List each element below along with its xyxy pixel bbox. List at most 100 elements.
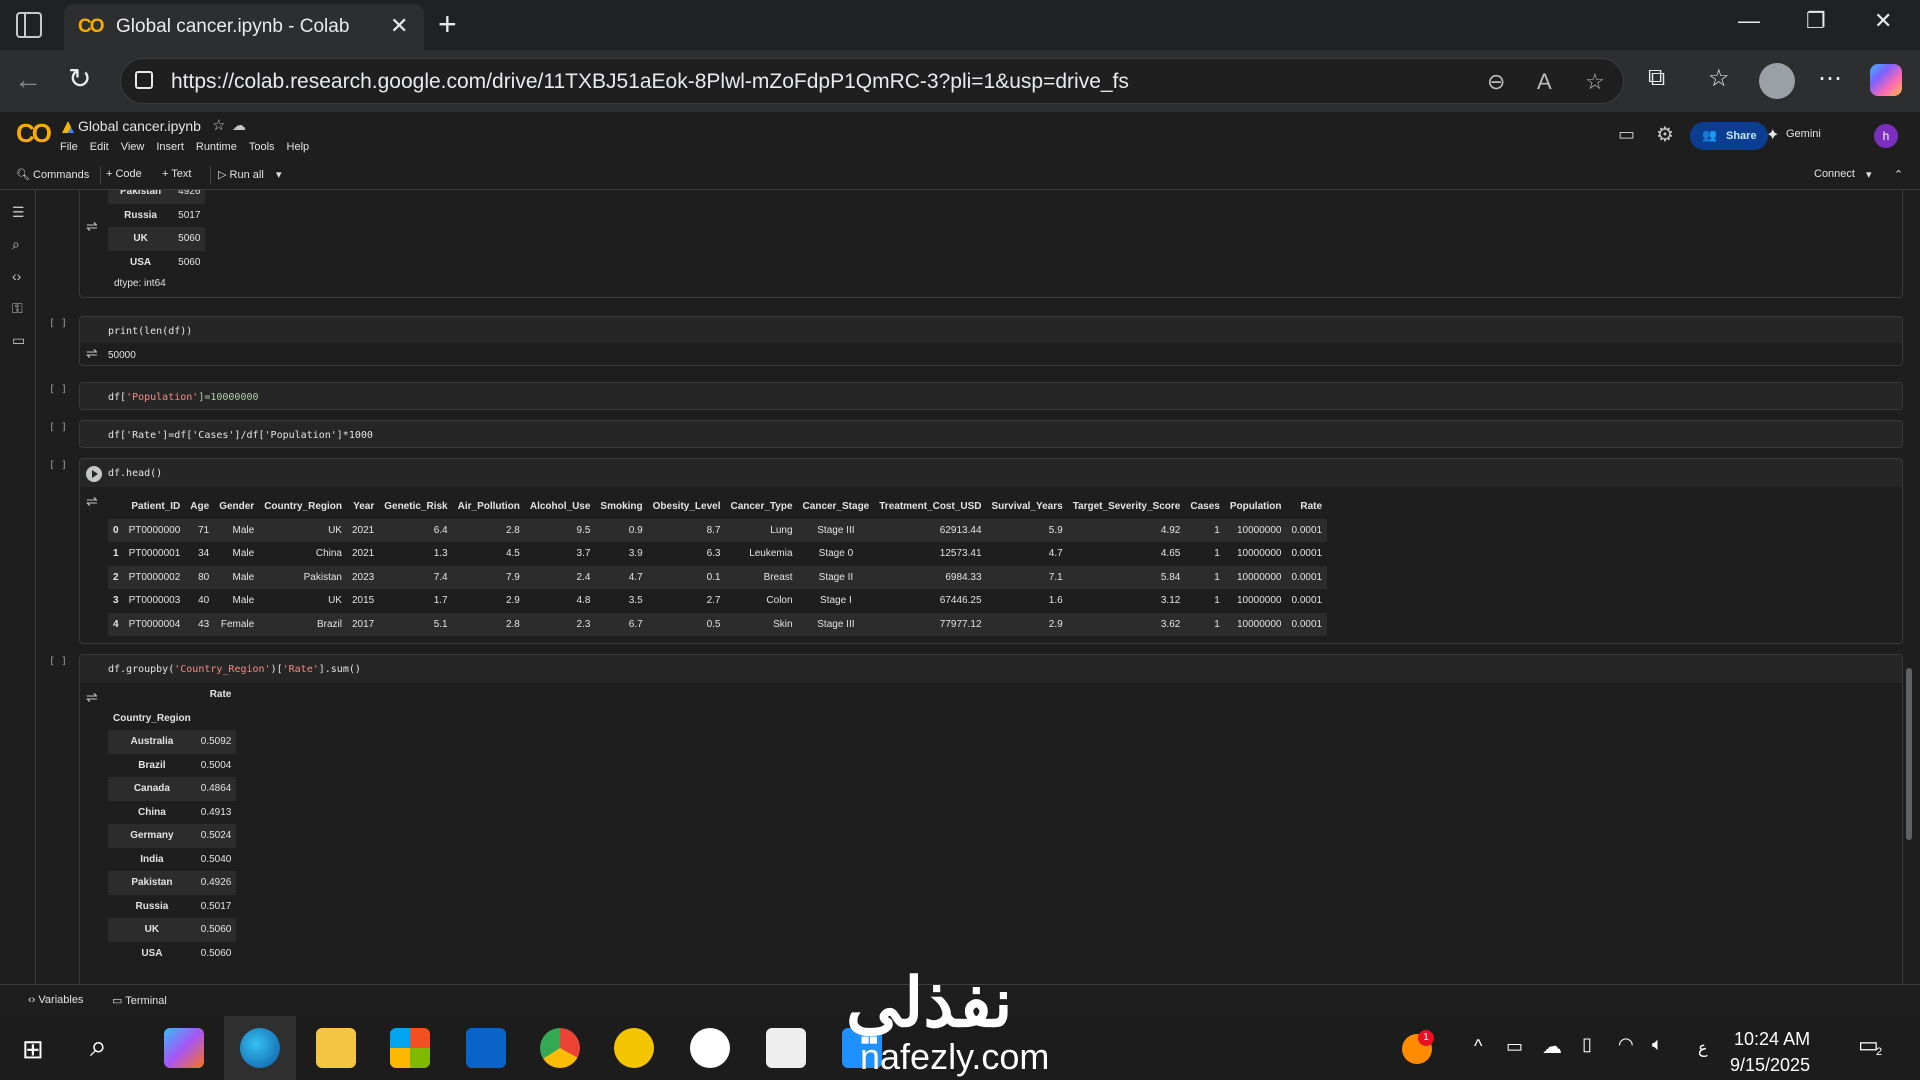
address-bar[interactable]: https://colab.research.google.com/drive/… xyxy=(120,58,1624,104)
browser-tab-strip: CO Global cancer.ipynb - Colab ✕ + — ❐ ✕ xyxy=(0,0,1920,50)
gemini-button[interactable]: ✦ Gemini xyxy=(1766,127,1821,144)
share-button[interactable]: 👥 Share xyxy=(1690,122,1768,150)
cell-bracket[interactable]: [ ] xyxy=(49,384,67,395)
code-editor[interactable]: df['Rate']=df['Cases']/df['Population']*… xyxy=(80,421,1902,447)
connect-dropdown-icon[interactable]: ▾ xyxy=(1866,168,1872,181)
cell-bracket[interactable]: [ ] xyxy=(49,460,67,471)
reload-icon[interactable]: ↻ xyxy=(68,62,91,95)
code-editor[interactable]: df.groupby('Country_Region')['Rate'].sum… xyxy=(80,655,1902,683)
chrome-icon[interactable] xyxy=(540,1028,580,1068)
code-editor[interactable]: print(len(df)) xyxy=(80,317,1902,343)
onedrive-icon[interactable]: ☁ xyxy=(1542,1034,1562,1059)
output-toggle-icon[interactable]: ⇌ xyxy=(86,493,98,510)
output-toggle-icon[interactable]: ⇌ xyxy=(86,218,98,235)
profile-icon[interactable] xyxy=(1759,63,1795,99)
menu-insert[interactable]: Insert xyxy=(156,141,184,153)
add-code-button[interactable]: + Code xyxy=(106,168,142,180)
menu-edit[interactable]: Edit xyxy=(90,141,109,153)
cell-bracket[interactable]: [ ] xyxy=(49,318,67,329)
language-indicator[interactable]: ع xyxy=(1698,1038,1708,1058)
favorite-star-icon[interactable]: ☆ xyxy=(1585,69,1605,95)
search-icon[interactable]: ⌕ xyxy=(90,1030,107,1064)
github-icon[interactable] xyxy=(690,1028,730,1068)
cell-bracket[interactable]: [ ] xyxy=(49,422,67,433)
table-row: Canada 0.4864 xyxy=(108,777,237,801)
notebook-title[interactable]: Global cancer.ipynb xyxy=(78,118,201,134)
restore-icon[interactable]: ❐ xyxy=(1806,8,1826,34)
column-header: Rate xyxy=(1300,501,1323,513)
code-cell[interactable]: df['Population']=10000000 xyxy=(79,382,1903,410)
comments-icon[interactable]: ▭ xyxy=(1618,124,1635,145)
menu-view[interactable]: View xyxy=(121,141,145,153)
device-icon[interactable]: ▯ xyxy=(1582,1034,1592,1055)
output-toggle-icon[interactable]: ⇌ xyxy=(86,689,98,706)
row-key: India xyxy=(140,853,164,865)
column-header: Cancer_Type xyxy=(730,501,793,513)
edge-icon[interactable] xyxy=(240,1028,280,1068)
table-of-contents-icon[interactable]: ☰ xyxy=(12,204,25,221)
ex-app-icon[interactable] xyxy=(614,1028,654,1068)
back-arrow-icon[interactable]: ← xyxy=(14,64,42,96)
code-cell[interactable]: df.groupby('Country_Region')['Rate'].sum… xyxy=(79,654,1903,984)
colab-logo[interactable]: CO xyxy=(16,118,52,149)
read-aloud-icon[interactable]: A xyxy=(1537,69,1552,95)
cell-bracket[interactable]: [ ] xyxy=(49,656,67,667)
document-app-icon[interactable] xyxy=(766,1028,806,1068)
menu-tools[interactable]: Tools xyxy=(249,141,275,153)
table-cell: 1 xyxy=(1214,524,1220,536)
copilot-app-icon[interactable] xyxy=(164,1028,204,1068)
favorites-icon[interactable]: ☆ xyxy=(1708,64,1730,93)
minimize-icon[interactable]: — xyxy=(1738,8,1760,34)
menu-help[interactable]: Help xyxy=(287,141,310,153)
volume-icon[interactable]: 🔈︎ xyxy=(1652,1034,1663,1055)
colab-header: CO Global cancer.ipynb ☆ ☁ File Edit Vie… xyxy=(0,112,1920,160)
wifi-icon[interactable]: ◠ xyxy=(1618,1034,1634,1055)
sidebar-toggle-icon[interactable] xyxy=(16,12,42,38)
collapse-icon[interactable]: ⌃ xyxy=(1894,168,1903,181)
variables-button[interactable]: ‹› Variables xyxy=(28,994,83,1006)
code-snippets-icon[interactable]: ‹› xyxy=(12,268,21,284)
colab-favicon-icon: CO xyxy=(78,16,104,37)
connect-button[interactable]: Connect xyxy=(1814,168,1855,180)
url-text[interactable]: https://colab.research.google.com/drive/… xyxy=(171,70,1129,94)
files-folder-icon[interactable]: ▭ xyxy=(12,332,25,349)
file-explorer-icon[interactable] xyxy=(316,1028,356,1068)
copilot-icon[interactable] xyxy=(1870,64,1902,96)
output-toggle-icon[interactable]: ⇌ xyxy=(86,345,98,362)
star-icon[interactable]: ☆ xyxy=(212,116,225,134)
scrollbar[interactable] xyxy=(1906,668,1912,840)
secrets-key-icon[interactable]: ⚿ xyxy=(12,300,23,317)
zoom-icon[interactable]: ⊖ xyxy=(1487,69,1505,95)
close-window-icon[interactable]: ✕ xyxy=(1874,8,1892,34)
new-tab-icon[interactable]: + xyxy=(438,6,457,43)
extensions-icon[interactable]: ⧉ xyxy=(1648,64,1665,92)
run-all-button[interactable]: ▷ Run all xyxy=(218,168,264,181)
add-text-button[interactable]: + Text xyxy=(162,168,191,180)
more-options-icon[interactable]: ⋯ xyxy=(1818,64,1842,93)
gear-icon[interactable]: ⚙ xyxy=(1656,122,1674,147)
dtype-text: dtype: int64 xyxy=(114,278,166,289)
windows-start-icon[interactable]: ⊞ xyxy=(22,1034,44,1065)
run-all-dropdown-icon[interactable]: ▾ xyxy=(276,168,282,181)
find-icon[interactable]: ⌕ xyxy=(12,236,20,253)
microsoft-store-icon[interactable] xyxy=(390,1028,430,1068)
code-editor[interactable]: df.head() xyxy=(80,459,1902,487)
outlook-icon[interactable] xyxy=(466,1028,506,1068)
code-cell[interactable]: df['Rate']=df['Cases']/df['Population']*… xyxy=(79,420,1903,448)
clock[interactable]: 10:24 AM 9/15/2025 xyxy=(1730,1026,1810,1078)
table-cell: PT0000004 xyxy=(128,618,181,630)
code-cell[interactable]: df.head() ⇌ Patient_ID Age Gender Country_R… xyxy=(79,458,1903,644)
commands-button[interactable]: 🔍︎ Commands xyxy=(16,168,89,181)
code-cell[interactable]: print(len(df)) ⇌ 50000 xyxy=(79,316,1903,366)
terminal-button[interactable]: ▭ Terminal xyxy=(112,994,167,1007)
menu-file[interactable]: File xyxy=(60,141,78,153)
menu-runtime[interactable]: Runtime xyxy=(196,141,237,153)
avatar[interactable]: h xyxy=(1874,124,1898,148)
battery-icon[interactable]: ▭ xyxy=(1506,1036,1523,1057)
code-editor[interactable]: df['Population']=10000000 xyxy=(80,383,1902,409)
run-cell-button[interactable] xyxy=(86,466,102,482)
close-tab-icon[interactable]: ✕ xyxy=(390,13,408,39)
browser-tab[interactable]: CO Global cancer.ipynb - Colab ✕ xyxy=(64,4,424,50)
cloud-icon[interactable]: ☁ xyxy=(232,117,246,134)
chevron-up-icon[interactable]: ^ xyxy=(1474,1036,1482,1057)
